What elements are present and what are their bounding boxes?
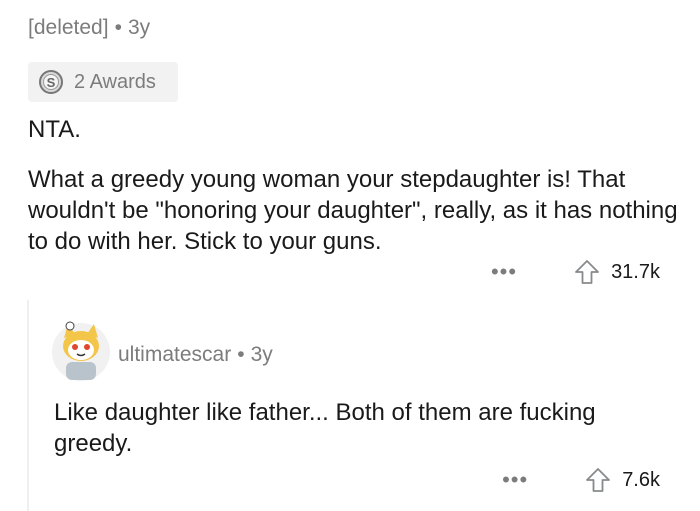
more-options-button[interactable]: ••• [491,259,517,285]
upvote-count: 7.6k [622,468,660,491]
reply-meta: ultimatescar • 3y [118,343,273,367]
awards-badge[interactable]: S 2 Awards [28,62,178,102]
comment-meta: [deleted] • 3y [28,16,150,40]
comment-age: 3y [127,16,151,39]
meta-separator: • [237,343,245,366]
upvote-arrow-icon[interactable] [573,258,601,286]
comment-author[interactable]: [deleted] [28,16,109,39]
meta-separator: • [114,16,122,39]
awards-label: 2 Awards [74,70,156,93]
upvote-arrow-icon[interactable] [584,466,612,494]
reply-author[interactable]: ultimatescar [118,343,231,366]
upvote-count: 31.7k [611,260,660,283]
comment-text: What a greedy young woman your stepdaugh… [28,166,678,255]
silver-award-icon: S [39,70,63,94]
reply-actions: ••• 7.6k [502,466,660,494]
comment-actions: ••• 31.7k [491,258,660,286]
reply-text: Like daughter like father... Both of the… [54,399,596,457]
reply-age: 3y [250,343,273,366]
more-options-button[interactable]: ••• [502,467,528,493]
svg-text:S: S [47,75,56,90]
comment-verdict: NTA. [28,116,81,143]
avatar[interactable] [50,318,112,382]
thread-line[interactable] [27,300,29,511]
